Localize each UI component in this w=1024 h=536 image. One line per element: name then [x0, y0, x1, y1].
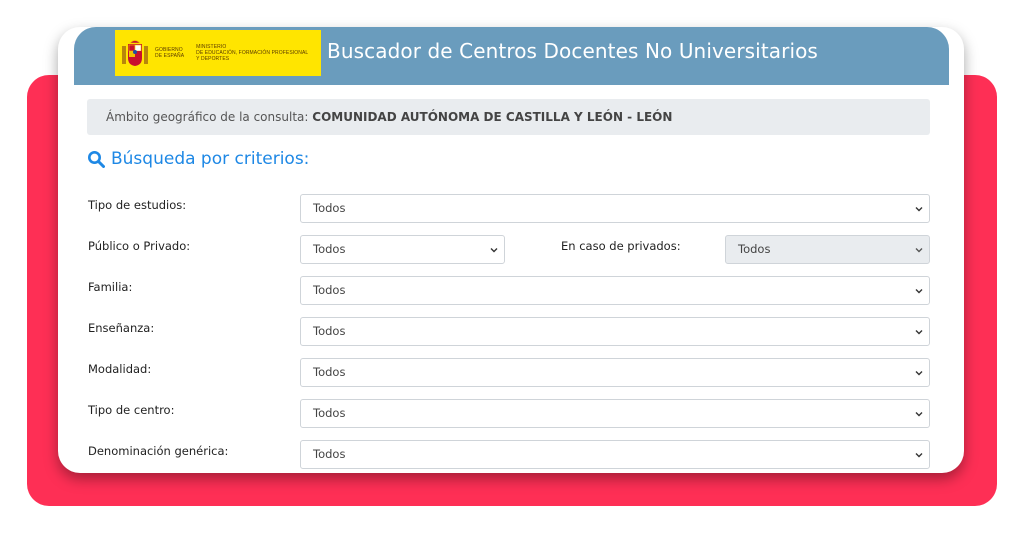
- government-logo-text: Gobierno de España: [155, 47, 185, 59]
- select-publico-privado[interactable]: Todos: [300, 235, 505, 264]
- select-value: Todos: [313, 406, 346, 420]
- select-tipo-estudios[interactable]: Todos: [300, 194, 930, 223]
- select-value: Todos: [313, 242, 346, 256]
- geographic-scope-banner: Ámbito geográfico de la consulta: COMUNI…: [87, 99, 930, 135]
- chevron-down-icon: [915, 371, 923, 376]
- label-familia: Familia:: [88, 280, 133, 294]
- select-ensenanza[interactable]: Todos: [300, 317, 930, 346]
- select-familia[interactable]: Todos: [300, 276, 930, 305]
- label-denominacion: Denominación genérica:: [88, 444, 229, 458]
- coat-of-arms-icon: [121, 38, 149, 68]
- label-tipo-estudios: Tipo de estudios:: [88, 198, 187, 212]
- chevron-down-icon: [490, 248, 498, 253]
- chevron-down-icon: [915, 248, 923, 253]
- label-publico-privado: Público o Privado:: [88, 239, 191, 253]
- ministry-logo[interactable]: Gobierno de España Ministerio de Educaci…: [115, 30, 321, 76]
- select-caso-privados[interactable]: Todos: [725, 235, 930, 264]
- search-icon: [88, 151, 105, 168]
- label-modalidad: Modalidad:: [88, 362, 152, 376]
- label-caso-privados: En caso de privados:: [561, 239, 681, 253]
- select-value: Todos: [313, 365, 346, 379]
- chevron-down-icon: [915, 289, 923, 294]
- chevron-down-icon: [915, 330, 923, 335]
- select-value: Todos: [738, 242, 771, 256]
- select-tipo-centro[interactable]: Todos: [300, 399, 930, 428]
- select-value: Todos: [313, 201, 346, 215]
- scope-value: COMUNIDAD AUTÓNOMA DE CASTILLA Y LEÓN - …: [312, 110, 673, 124]
- section-title-text: Búsqueda por criterios:: [111, 149, 310, 169]
- chevron-down-icon: [915, 207, 923, 212]
- scope-label: Ámbito geográfico de la consulta:: [106, 110, 309, 124]
- page-header: Gobierno de España Ministerio de Educaci…: [74, 27, 949, 85]
- select-value: Todos: [313, 324, 346, 338]
- ministry-logo-text: Ministerio de Educación, Formación Profe…: [196, 44, 309, 62]
- select-value: Todos: [313, 283, 346, 297]
- browser-card: Gobierno de España Ministerio de Educaci…: [58, 27, 964, 473]
- search-section-title: Búsqueda por criterios:: [87, 149, 309, 169]
- label-ensenanza: Enseñanza:: [88, 321, 155, 335]
- select-modalidad[interactable]: Todos: [300, 358, 930, 387]
- chevron-down-icon: [915, 412, 923, 417]
- select-value: Todos: [313, 447, 346, 461]
- page-title: Buscador de Centros Docentes No Universi…: [327, 39, 818, 63]
- chevron-down-icon: [915, 453, 923, 458]
- select-denominacion[interactable]: Todos: [300, 440, 930, 469]
- label-tipo-centro: Tipo de centro:: [88, 403, 175, 417]
